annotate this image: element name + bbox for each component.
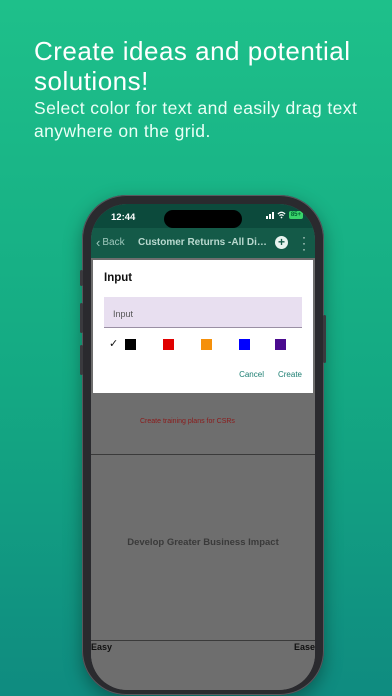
promo-headline: Create ideas and potential solutions! (34, 36, 351, 96)
battery-indicator: 85+ (288, 211, 303, 219)
dialog-title: Input (104, 272, 133, 284)
signal-icon (265, 211, 274, 219)
grid-center-label: Develop Greater Business Impact (127, 537, 279, 548)
grid-bottom-left-label: Easy (91, 642, 113, 652)
phone-screen: 12:44 85+ ‹ Back Customer Returns -All D… (91, 204, 315, 690)
status-icons: 85+ (265, 211, 303, 219)
grid-divider (91, 454, 315, 455)
color-swatch-black[interactable] (125, 339, 136, 350)
phone-volume-up-button (80, 303, 83, 333)
dialog-actions: Cancel Create (239, 370, 302, 379)
back-button[interactable]: ‹ Back (96, 234, 125, 250)
plus-circle-icon[interactable]: + (275, 236, 288, 249)
color-swatches: ✓ (108, 337, 308, 351)
color-swatch-blue[interactable] (239, 339, 250, 350)
nav-bar: ‹ Back Customer Returns -All Div... + · ·… (91, 228, 315, 258)
create-button[interactable]: Create (278, 370, 302, 379)
back-label: Back (102, 237, 125, 248)
more-vertical-icon[interactable]: · · · (301, 231, 307, 255)
check-icon: ✓ (109, 338, 119, 350)
grid-note[interactable]: Create training plans for CSRs (140, 417, 240, 426)
status-time: 12:44 (111, 212, 136, 223)
promo-subline: Select color for text and easily drag te… (34, 98, 358, 141)
phone-volume-down-button (80, 345, 83, 375)
color-swatch-purple[interactable] (275, 339, 286, 350)
grid-divider (91, 640, 315, 641)
wifi-icon (277, 211, 286, 219)
cancel-button[interactable]: Cancel (239, 370, 264, 379)
input-field[interactable]: Input (104, 297, 302, 328)
input-dialog: Input Input ✓ Cancel Create (93, 260, 313, 393)
color-swatch-red[interactable] (163, 339, 174, 350)
phone-power-button (323, 315, 326, 363)
chevron-left-icon: ‹ (96, 234, 101, 250)
dynamic-island (164, 210, 242, 228)
grid-bottom-right-label: Ease (293, 642, 315, 652)
phone-silent-switch (80, 270, 83, 286)
color-swatch-orange[interactable] (201, 339, 212, 350)
nav-title: Customer Returns -All Div... (138, 237, 268, 248)
status-bar: 12:44 85+ (91, 204, 315, 228)
